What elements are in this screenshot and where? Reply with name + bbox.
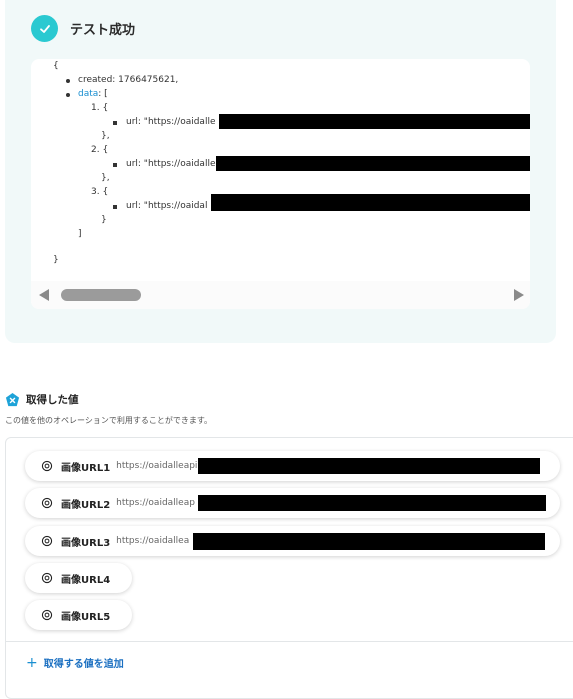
acquired-values-panel: 画像URL1 https://oaidalleapi 画像URL2 https:… [5, 437, 573, 699]
json-data-key: data [78, 89, 99, 99]
redaction-bar [216, 156, 530, 171]
json-close-brace: } [53, 255, 59, 265]
json-output-box[interactable]: { created: 1766475621, data: [ 1. { url:… [31, 59, 530, 309]
scrollbar-thumb[interactable] [61, 289, 141, 301]
divider [6, 641, 573, 642]
test-status-text: テスト成功 [70, 23, 136, 38]
horizontal-scrollbar[interactable] [31, 281, 530, 309]
test-result-panel: テスト成功 { created: 1766475621, data: [ 1. … [5, 0, 556, 343]
json-item-url: url: "https://oaidal [126, 201, 208, 211]
value-chip[interactable]: 画像URL3 https://oaidallea [25, 526, 560, 556]
add-value-button[interactable]: + 取得する値を追加 [26, 654, 124, 671]
value-chip[interactable]: 画像URL1 https://oaidalleapi [25, 451, 560, 481]
openai-icon [41, 535, 53, 547]
redaction-bar [211, 194, 530, 211]
json-item-index: 3. { [91, 187, 109, 197]
square-bullet-icon [113, 121, 117, 125]
pentagon-x-icon [5, 392, 20, 407]
value-chip-label: 画像URL1 [61, 462, 111, 474]
redaction-bar [198, 495, 546, 511]
acquired-values-description: この値を他のオペレーションで利用することができます。 [5, 416, 213, 425]
json-item-index: 2. { [91, 145, 109, 155]
redaction-bar [193, 533, 545, 550]
value-chip[interactable]: 画像URL2 https://oaidalleap [25, 488, 560, 518]
square-bullet-icon [113, 163, 117, 167]
add-value-label: 取得する値を追加 [43, 659, 124, 670]
value-chip[interactable]: 画像URL5 [25, 600, 132, 630]
json-data-line: data: [ [78, 88, 108, 100]
bullet-icon [66, 79, 70, 83]
acquired-values-header: 取得した値 [5, 392, 79, 407]
json-open-brace: { [53, 61, 59, 71]
json-item-close: }, [101, 131, 110, 141]
json-item-close: }, [101, 173, 110, 183]
value-chip[interactable]: 画像URL4 [25, 563, 132, 593]
value-chip-value: https://oaidalleapi [116, 461, 198, 471]
value-chip-label: 画像URL4 [61, 574, 111, 586]
value-chip-label: 画像URL5 [61, 611, 111, 623]
openai-icon [41, 497, 53, 509]
openai-icon [41, 460, 53, 472]
openai-icon [41, 572, 53, 584]
json-item-index: 1. { [91, 103, 109, 113]
json-output-content: { created: 1766475621, data: [ 1. { url:… [31, 59, 530, 281]
square-bullet-icon [113, 205, 117, 209]
json-data-close: ] [78, 229, 82, 239]
bullet-icon [66, 93, 70, 97]
redaction-bar [198, 458, 540, 474]
value-chip-label: 画像URL3 [61, 537, 111, 549]
scroll-right-arrow-icon[interactable] [514, 289, 524, 301]
json-data-open: : [ [98, 89, 108, 99]
value-chip-label: 画像URL2 [61, 499, 111, 511]
json-item-url: url: "https://oaidalle [126, 159, 216, 169]
json-created: created: 1766475621, [78, 75, 179, 85]
scroll-left-arrow-icon[interactable] [39, 289, 49, 301]
json-item-close: } [101, 215, 107, 225]
test-status-row: テスト成功 [31, 15, 135, 42]
plus-icon: + [26, 654, 38, 671]
json-item-url: url: "https://oaidalle [126, 117, 216, 127]
check-circle-icon [31, 15, 58, 42]
value-chip-value: https://oaidalleap [116, 498, 195, 508]
value-chip-value: https://oaidallea [116, 536, 190, 546]
acquired-values-title: 取得した値 [26, 394, 79, 406]
redaction-bar [219, 114, 530, 129]
openai-icon [41, 609, 53, 621]
